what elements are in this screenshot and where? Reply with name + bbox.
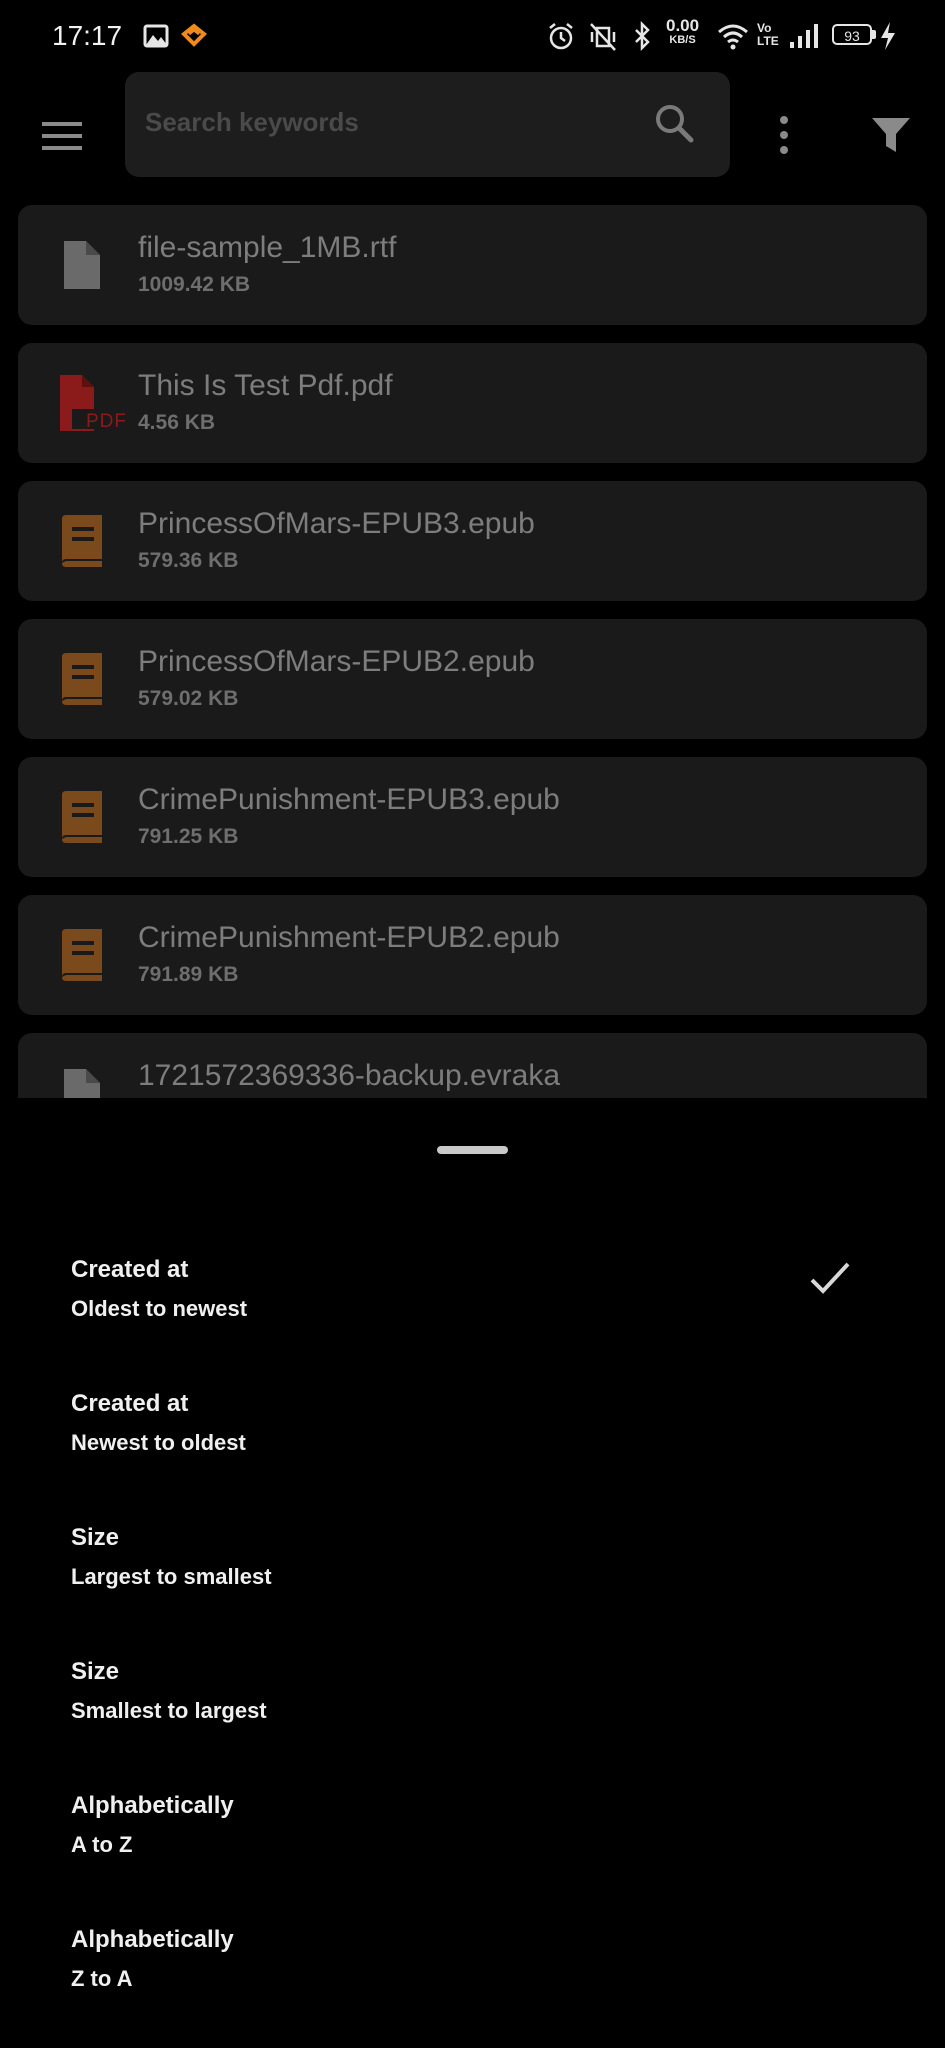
sort-option-title: Size (71, 1658, 120, 1685)
file-size: 579.36 KB (138, 549, 239, 572)
sort-option-title: Alphabetically (71, 1792, 234, 1819)
sort-option-size-smallest[interactable]: Size Smallest to largest (0, 1644, 945, 1778)
drag-handle[interactable] (437, 1146, 508, 1154)
search-icon[interactable] (653, 102, 697, 146)
menu-icon[interactable] (38, 118, 86, 154)
file-size: 1009.42 KB (138, 273, 251, 296)
more-options-icon[interactable] (770, 112, 798, 158)
sort-bottom-sheet: Created at Oldest to newest Created at N… (0, 1098, 945, 2048)
file-item[interactable]: PrincessOfMars-EPUB3.epub 579.36 KB (18, 481, 927, 601)
file-item[interactable]: PrincessOfMars-EPUB2.epub 579.02 KB (18, 619, 927, 739)
document-icon (64, 241, 100, 289)
file-item[interactable]: CrimePunishment-EPUB3.epub 791.25 KB (18, 757, 927, 877)
book-icon (62, 515, 102, 567)
sort-option-title: Alphabetically (71, 1926, 234, 1953)
sort-option-title: Created at (71, 1256, 189, 1283)
file-name: PrincessOfMars-EPUB2.epub (138, 645, 535, 678)
sort-option-subtitle: Newest to oldest (71, 1430, 246, 1455)
file-name: This Is Test Pdf.pdf (138, 369, 393, 402)
pdf-badge: PDF (86, 411, 127, 432)
file-list: file-sample_1MB.rtf 1009.42 KB PDF This … (18, 205, 927, 1171)
sort-option-alpha-az[interactable]: Alphabetically A to Z (0, 1778, 945, 1912)
file-size: 4.56 KB (138, 411, 216, 434)
file-name: 1721572369336-backup.evraka (138, 1059, 561, 1092)
search-input[interactable] (143, 106, 647, 139)
book-icon (62, 791, 102, 843)
filter-icon[interactable] (868, 114, 914, 156)
file-size: 791.25 KB (138, 825, 239, 848)
sort-option-created-newest[interactable]: Created at Newest to oldest (0, 1376, 945, 1510)
book-icon (62, 929, 102, 981)
search-bar[interactable] (125, 72, 730, 177)
sort-option-subtitle: Smallest to largest (71, 1698, 267, 1723)
file-name: PrincessOfMars-EPUB3.epub (138, 507, 535, 540)
sort-option-subtitle: Largest to smallest (71, 1564, 272, 1589)
check-icon (810, 1262, 850, 1294)
file-name: CrimePunishment-EPUB3.epub (138, 783, 560, 816)
sort-option-subtitle: A to Z (71, 1832, 133, 1857)
file-size: 579.02 KB (138, 687, 239, 710)
sort-option-title: Size (71, 1524, 120, 1551)
file-name: CrimePunishment-EPUB2.epub (138, 921, 560, 954)
sort-option-subtitle: Z to A (71, 1966, 133, 1991)
sort-option-created-oldest[interactable]: Created at Oldest to newest (0, 1242, 945, 1376)
file-item[interactable]: CrimePunishment-EPUB2.epub 791.89 KB (18, 895, 927, 1015)
book-icon (62, 653, 102, 705)
sort-option-title: Created at (71, 1390, 189, 1417)
file-name: file-sample_1MB.rtf (138, 231, 397, 264)
file-item[interactable]: PDF This Is Test Pdf.pdf 4.56 KB (18, 343, 927, 463)
file-browser: file-sample_1MB.rtf 1009.42 KB PDF This … (0, 0, 945, 1153)
file-item[interactable]: file-sample_1MB.rtf 1009.42 KB (18, 205, 927, 325)
sort-option-size-largest[interactable]: Size Largest to smallest (0, 1510, 945, 1644)
sort-option-alpha-za[interactable]: Alphabetically Z to A (0, 1912, 945, 2046)
file-size: 791.89 KB (138, 963, 239, 986)
sort-option-subtitle: Oldest to newest (71, 1296, 248, 1321)
